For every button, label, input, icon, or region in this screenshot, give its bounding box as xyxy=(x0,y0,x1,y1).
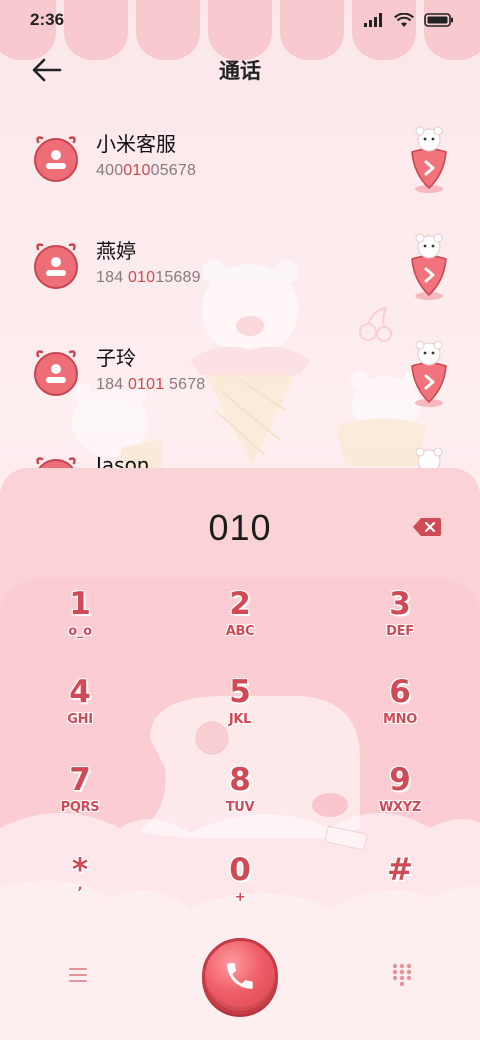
contact-avatar-icon xyxy=(34,243,78,289)
key-letters: JKL xyxy=(228,712,252,727)
contact-avatar-icon xyxy=(34,136,78,182)
key-letters: WXYZ xyxy=(378,800,421,815)
key-digit: 8 xyxy=(229,762,251,798)
contact-name: 子玲 xyxy=(96,346,136,370)
status-icons xyxy=(364,12,454,28)
key-letters: MNO xyxy=(383,712,417,727)
contact-item[interactable]: 小米客服 40001005678 xyxy=(0,108,480,215)
phone-icon xyxy=(227,963,253,989)
key-letters: + xyxy=(234,890,246,905)
matched-digits: 010 xyxy=(127,269,156,286)
key-digit: 0 xyxy=(229,852,251,888)
key-letters: TUV xyxy=(225,800,255,815)
matched-digits: 0101 xyxy=(127,376,165,393)
contact-detail-icon[interactable] xyxy=(406,126,452,194)
battery-icon xyxy=(424,13,453,27)
keypad-icon[interactable] xyxy=(390,962,414,986)
key-letters: PQRS xyxy=(60,800,100,815)
status-time: 2:36 xyxy=(30,10,65,29)
dial-display-row: 010 xyxy=(0,498,480,558)
backspace-icon[interactable] xyxy=(412,516,442,538)
key-hash[interactable]: # xyxy=(340,852,460,932)
call-button[interactable] xyxy=(202,938,278,1014)
key-digit: 2 xyxy=(229,586,251,622)
key-digit: 4 xyxy=(69,674,91,710)
back-arrow-icon xyxy=(32,58,62,82)
key-0[interactable]: 0 + xyxy=(180,852,300,932)
key-letters: , xyxy=(77,878,83,893)
dialer-bottom-bar xyxy=(0,934,480,1024)
wifi-icon xyxy=(394,12,414,27)
key-1[interactable]: 1 o_o xyxy=(20,586,140,666)
page-title: 通话 xyxy=(219,59,261,83)
key-digit: 6 xyxy=(389,674,411,710)
key-7[interactable]: 7 PQRS xyxy=(20,762,140,842)
key-digit: 3 xyxy=(389,586,411,622)
back-button[interactable] xyxy=(30,56,64,84)
key-6[interactable]: 6 MNO xyxy=(340,674,460,754)
key-9[interactable]: 9 WXYZ xyxy=(340,762,460,842)
status-bar: 2:36 xyxy=(0,0,480,40)
key-digit: 9 xyxy=(389,762,411,798)
dialer-panel: 010 1 o_o 2 ABC 3 DEF 4 GHI 5 JKL 6 MNO xyxy=(0,468,480,1040)
key-digit: 1 xyxy=(69,586,91,622)
contact-avatar-icon xyxy=(34,350,78,396)
key-8[interactable]: 8 TUV xyxy=(180,762,300,842)
key-5[interactable]: 5 JKL xyxy=(180,674,300,754)
menu-icon[interactable] xyxy=(66,964,90,986)
signal-icon xyxy=(364,13,382,27)
key-digit: 7 xyxy=(69,762,91,798)
contact-number: 40001005678 xyxy=(96,162,197,179)
key-digit: 5 xyxy=(229,674,251,710)
contact-name: 燕婷 xyxy=(96,239,136,263)
key-3[interactable]: 3 DEF xyxy=(340,586,460,666)
title-bar: 通话 xyxy=(0,50,480,90)
key-2[interactable]: 2 ABC xyxy=(180,586,300,666)
contact-number: 184 0101 5678 xyxy=(96,376,206,393)
matched-digits: 010 xyxy=(123,162,151,179)
dial-number-input[interactable]: 010 xyxy=(208,507,271,549)
contact-item[interactable]: 子玲 184 0101 5678 xyxy=(0,322,480,429)
key-4[interactable]: 4 GHI xyxy=(20,674,140,754)
key-digit: # xyxy=(387,852,413,888)
contact-detail-icon[interactable] xyxy=(406,233,452,301)
key-letters: GHI xyxy=(67,712,93,727)
contact-detail-icon[interactable] xyxy=(406,340,452,408)
contact-name: 小米客服 xyxy=(96,132,176,156)
key-letters: DEF xyxy=(386,624,414,639)
contact-item[interactable]: 燕婷 184 01015689 xyxy=(0,215,480,322)
key-star[interactable]: * , xyxy=(20,852,140,932)
key-letters: ABC xyxy=(225,624,255,639)
contact-number: 184 01015689 xyxy=(96,269,201,286)
key-letters: o_o xyxy=(68,624,92,639)
